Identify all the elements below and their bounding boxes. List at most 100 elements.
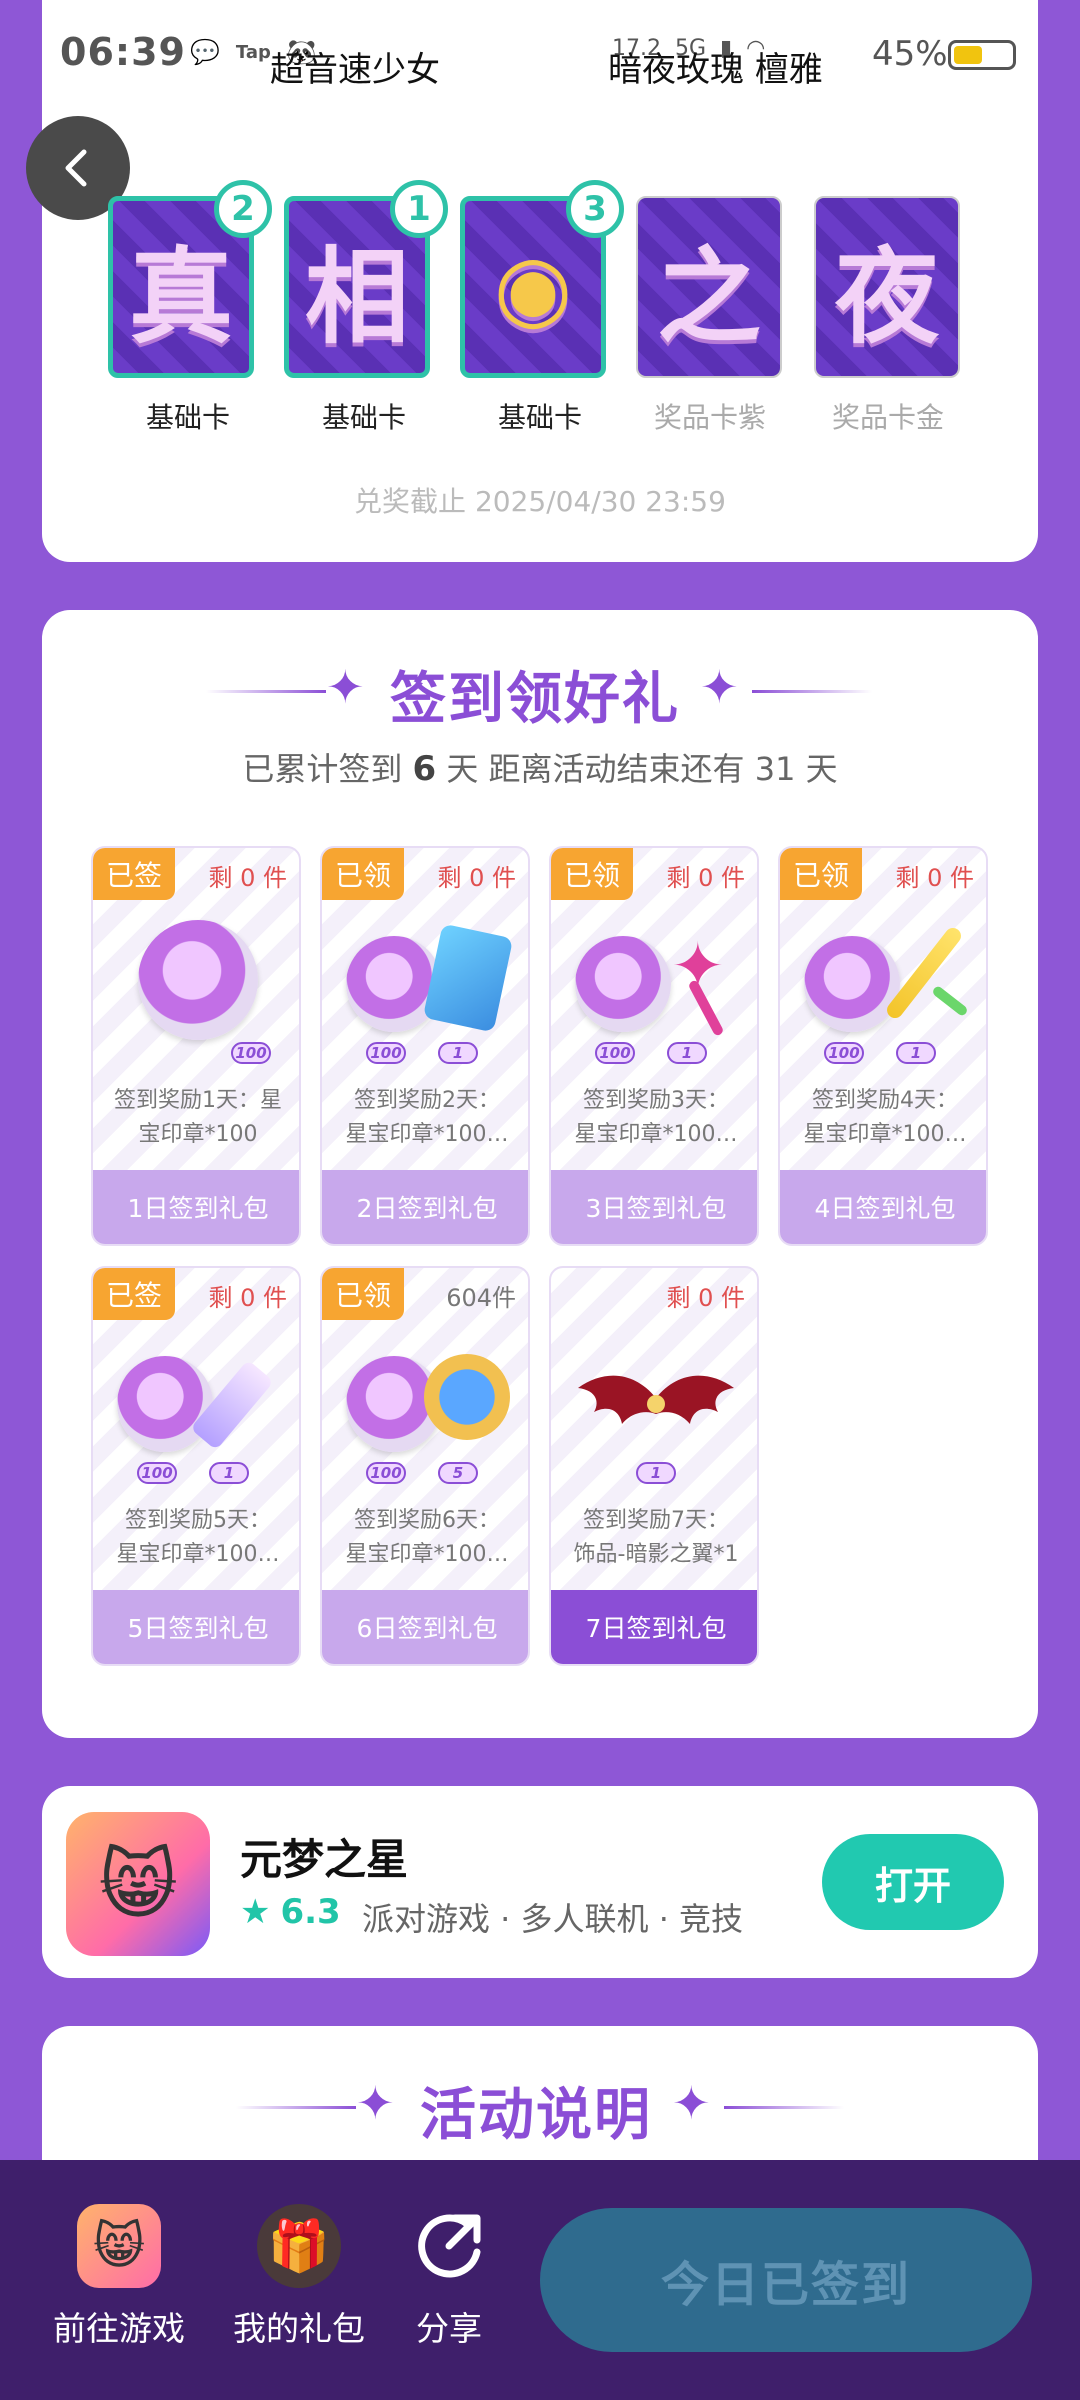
qty-badge: 1	[636, 1462, 676, 1484]
remain-count: 剩 0 件	[895, 864, 974, 892]
share-label: 分享	[416, 2309, 482, 2348]
card-count-badge: 1	[390, 180, 448, 238]
status-tag: 已领	[551, 848, 633, 900]
cat-mascot-icon: 😸	[98, 1839, 178, 1929]
tab-left-name: 超音速少女	[270, 50, 440, 90]
gift-pack-label: 2日签到礼包	[322, 1170, 528, 1244]
reward-desc: 签到奖励5天： 星宝印章*100…	[116, 1508, 280, 1567]
star-seal-icon	[575, 936, 671, 1032]
qty-badge: 100	[366, 1462, 406, 1484]
game-tags: 派对游戏 · 多人联机 · 竞技	[362, 1900, 744, 1938]
avatar-gift-icon: 🎁	[257, 2204, 341, 2288]
description-title: 活动说明	[420, 2083, 652, 2148]
battery-percent: 45%	[872, 34, 948, 74]
remain-count: 剩 0 件	[437, 864, 516, 892]
game-app-icon[interactable]: 😸	[66, 1812, 210, 1956]
remaining-days: 31	[754, 750, 796, 788]
card-item-icon	[422, 923, 514, 1033]
sparkle-icon: ✦	[356, 2076, 395, 2130]
remain-count: 剩 0 件	[208, 864, 287, 892]
share-button[interactable]: 分享	[374, 2204, 524, 2350]
title-divider-left	[206, 690, 326, 693]
qty-badge: 1	[438, 1042, 478, 1064]
gift-pack-label: 7日签到礼包	[551, 1590, 757, 1664]
signin-title: 签到领好礼	[390, 667, 680, 732]
reward-desc: 签到奖励7天： 饰品-暗影之翼*1	[573, 1508, 739, 1567]
game-name: 元梦之星	[240, 1835, 409, 1884]
qty-badge: 100	[366, 1042, 406, 1064]
collect-card-5[interactable]: 夜	[814, 196, 960, 378]
redeem-deadline: 兑奖截止 2025/04/30 23:59	[354, 485, 726, 518]
qty-badge: 100	[137, 1462, 177, 1484]
reward-tile-day5[interactable]: 已签 剩 0 件 100 1 签到奖励5天： 星宝印章*100… 5日签到礼包	[91, 1266, 301, 1666]
collect-card-4[interactable]: 之	[636, 196, 782, 378]
star-seal-icon	[117, 1356, 213, 1452]
signin-summary: 已累计签到 6 天 距离活动结束还有 31 天	[242, 749, 838, 789]
my-gifts-label: 我的礼包	[233, 2309, 365, 2348]
chevron-left-icon	[65, 149, 87, 187]
gift-pack-label: 1日签到礼包	[93, 1170, 299, 1244]
sparkle-icon: ✦	[326, 660, 365, 714]
reward-desc: 签到奖励1天：星 宝印章*100	[114, 1088, 282, 1147]
status-tag: 已领	[322, 848, 404, 900]
share-icon	[418, 2214, 481, 2278]
reward-tile-day4[interactable]: 已领 剩 0 件 100 1 签到奖励4天： 星宝印章*100… 4日签到礼包	[778, 846, 988, 1246]
cloud-coin-icon	[424, 1354, 510, 1440]
battery-icon	[948, 40, 1016, 70]
sparkle-icon: ✦	[700, 660, 739, 714]
tab-right-name: 暗夜玫瑰 檀雅	[608, 50, 823, 90]
qty-badge: 100	[824, 1042, 864, 1064]
remain-count: 剩 0 件	[666, 1284, 745, 1312]
status-tag: 已领	[780, 848, 862, 900]
title-divider-right	[724, 2106, 844, 2109]
card-label: 奖品卡金	[831, 401, 944, 434]
card-label: 基础卡	[321, 401, 406, 434]
star-seal-icon	[804, 936, 900, 1032]
remain-count: 剩 0 件	[208, 1284, 287, 1312]
reward-tile-day3[interactable]: 已领 剩 0 件 ✦ 100 1 签到奖励3天： 星宝印章*100… 3日签到礼包	[549, 846, 759, 1246]
signed-today-button[interactable]: 今日已签到	[540, 2208, 1032, 2352]
gift-pack-label: 4日签到礼包	[780, 1170, 986, 1244]
reward-tile-day1[interactable]: 已签 剩 0 件 100 签到奖励1天：星 宝印章*100 1日签到礼包	[91, 846, 301, 1246]
status-time: 06:39	[60, 30, 186, 74]
reward-desc: 签到奖励3天： 星宝印章*100…	[574, 1088, 738, 1147]
open-game-button[interactable]: 打开	[822, 1834, 1004, 1930]
reward-desc: 签到奖励6天： 星宝印章*100…	[345, 1508, 509, 1567]
card-count-badge: 3	[566, 180, 624, 238]
star-icon: ★	[240, 1892, 271, 1932]
status-tag: 已领	[322, 1268, 404, 1320]
qty-badge: 1	[209, 1462, 249, 1484]
qty-badge: 5	[438, 1462, 478, 1484]
sword-guard	[931, 984, 969, 1018]
qty-badge: 100	[231, 1042, 271, 1064]
remain-count: 剩 0 件	[666, 864, 745, 892]
reward-desc: 签到奖励4天： 星宝印章*100…	[803, 1088, 967, 1147]
reward-tile-day6[interactable]: 已领 604件 100 5 签到奖励6天： 星宝印章*100… 6日签到礼包	[320, 1266, 530, 1666]
game-app-icon: 😸	[77, 2204, 161, 2288]
eye-icon: ◉	[493, 234, 573, 340]
star-seal-icon	[138, 920, 258, 1040]
taptap-icon: Tap	[235, 42, 271, 63]
qty-badge: 1	[896, 1042, 936, 1064]
bat-wing-icon	[578, 1375, 734, 1424]
reward-desc: 签到奖励2天： 星宝印章*100…	[345, 1088, 509, 1147]
status-tag: 已签	[93, 1268, 175, 1320]
title-divider-left	[236, 2106, 356, 2109]
reward-tile-day2[interactable]: 已领 剩 0 件 100 1 签到奖励2天： 星宝印章*100… 2日签到礼包	[320, 846, 530, 1246]
my-gifts-button[interactable]: 🎁 我的礼包	[224, 2204, 374, 2350]
card-count-badge: 2	[214, 180, 272, 238]
remain-count: 604件	[446, 1284, 516, 1312]
gift-pack-label: 5日签到礼包	[93, 1590, 299, 1664]
reward-tile-day7[interactable]: 剩 0 件 1 签到奖励7天： 饰品-暗影之翼*1 7日签到礼包	[549, 1266, 759, 1666]
goto-game-button[interactable]: 😸 前往游戏	[44, 2204, 194, 2350]
card-label: 奖品卡紫	[653, 401, 766, 434]
game-rating: ★ 6.3	[240, 1892, 341, 1932]
wechat-icon: 💬	[190, 38, 220, 66]
title-divider-right	[752, 690, 872, 693]
card-label: 基础卡	[497, 401, 582, 434]
signin-days: 6	[412, 749, 437, 789]
gift-pack-label: 3日签到礼包	[551, 1170, 757, 1244]
goto-game-label: 前往游戏	[53, 2309, 185, 2348]
qty-badge: 1	[667, 1042, 707, 1064]
qty-badge: 100	[595, 1042, 635, 1064]
